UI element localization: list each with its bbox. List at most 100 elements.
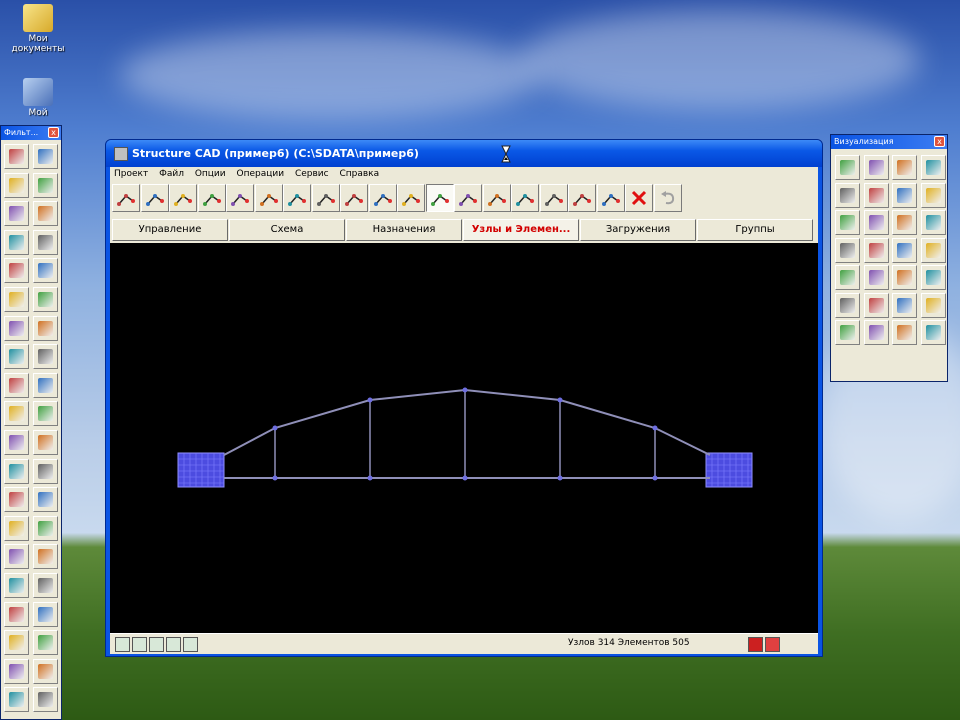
- delete-elements-button[interactable]: [425, 184, 454, 212]
- left-palette-tool-button[interactable]: [33, 372, 58, 398]
- visualization-tool-button[interactable]: [892, 265, 917, 290]
- menu-help[interactable]: Справка: [335, 167, 383, 182]
- left-palette-tool-button[interactable]: [4, 487, 29, 513]
- tab-groups[interactable]: Группы: [697, 219, 813, 241]
- left-palette-tool-button[interactable]: [4, 630, 29, 656]
- visualization-tool-button[interactable]: [835, 182, 860, 208]
- left-palette-tool-button[interactable]: [4, 601, 29, 627]
- status-indicator-icon[interactable]: [765, 637, 780, 652]
- left-palette-tool-button[interactable]: [4, 687, 29, 713]
- left-palette-tool-button[interactable]: [33, 601, 58, 627]
- merge-nodes-button[interactable]: [254, 184, 283, 212]
- palette-titlebar[interactable]: Фильт... x: [1, 126, 61, 140]
- left-palette-tool-button[interactable]: [4, 458, 29, 484]
- close-icon[interactable]: x: [48, 127, 59, 138]
- left-palette-tool-button[interactable]: [4, 258, 29, 284]
- view-mode-button[interactable]: [149, 637, 164, 652]
- view-mode-button[interactable]: [183, 637, 198, 652]
- left-palette-tool-button[interactable]: [4, 172, 29, 198]
- left-palette-tool-button[interactable]: [4, 658, 29, 684]
- left-palette-tool-button[interactable]: [4, 344, 29, 370]
- tab-nodes-elements[interactable]: Узлы и Элемен...: [463, 219, 579, 241]
- visualization-tool-button[interactable]: [835, 155, 860, 180]
- menu-service[interactable]: Сервис: [291, 167, 333, 182]
- view-mode-button[interactable]: [166, 637, 181, 652]
- left-palette-tool-button[interactable]: [33, 315, 58, 341]
- left-palette-tool-button[interactable]: [4, 144, 29, 169]
- visualization-tool-button[interactable]: [835, 320, 860, 345]
- left-palette-tool-button[interactable]: [4, 287, 29, 312]
- left-palette-tool-button[interactable]: [4, 515, 29, 541]
- left-palette-tool-button[interactable]: [4, 315, 29, 341]
- move-nodes-button[interactable]: [140, 184, 169, 212]
- window-titlebar[interactable]: Structure CAD (пример6) (C:\SDATA\пример…: [106, 140, 822, 167]
- left-palette-tool-button[interactable]: [33, 229, 58, 255]
- left-palette-tool-button[interactable]: [33, 630, 58, 656]
- add-rib-button[interactable]: [482, 184, 511, 212]
- connect-nodes-button[interactable]: [340, 184, 368, 212]
- menu-project[interactable]: Проект: [110, 167, 152, 182]
- menu-operations[interactable]: Операции: [233, 167, 289, 182]
- palette-titlebar[interactable]: Визуализация x: [831, 135, 947, 149]
- visualization-tool-button[interactable]: [835, 265, 860, 290]
- visualization-tool-button[interactable]: [920, 265, 946, 290]
- visualization-tool-button[interactable]: [920, 292, 946, 318]
- left-palette-tool-button[interactable]: [33, 258, 58, 284]
- left-palette-tool-button[interactable]: [33, 515, 58, 541]
- visualization-tool-button[interactable]: [920, 237, 946, 263]
- undo-button[interactable]: [653, 184, 682, 212]
- left-palette-tool-button[interactable]: [4, 544, 29, 570]
- menu-options[interactable]: Опции: [191, 167, 230, 182]
- visualization-tool-button[interactable]: [892, 210, 917, 235]
- left-palette-tool-button[interactable]: [33, 687, 58, 713]
- left-palette-tool-button[interactable]: [4, 401, 29, 427]
- visualization-tool-button[interactable]: [835, 237, 860, 263]
- select-active-button[interactable]: [397, 184, 425, 212]
- visualization-tool-button[interactable]: [920, 155, 946, 180]
- tab-scheme[interactable]: Схема: [229, 219, 345, 241]
- left-palette-tool-button[interactable]: [4, 229, 29, 255]
- delete-node-button[interactable]: [197, 184, 226, 212]
- filter-nodes-button[interactable]: [596, 184, 625, 212]
- add-bar-button[interactable]: [283, 184, 311, 212]
- visualization-tool-button[interactable]: [892, 292, 917, 318]
- close-icon[interactable]: x: [934, 136, 945, 147]
- left-palette-tool-button[interactable]: [33, 487, 58, 513]
- divide-bar-button[interactable]: [311, 184, 340, 212]
- visualization-tool-button[interactable]: [892, 155, 917, 180]
- menu-file[interactable]: Файл: [155, 167, 188, 182]
- visualization-tool-button[interactable]: [835, 210, 860, 235]
- view-mode-button[interactable]: [115, 637, 130, 652]
- edit-geometry-button[interactable]: [539, 184, 568, 212]
- tab-assignments[interactable]: Назначения: [346, 219, 462, 241]
- left-palette-tool-button[interactable]: [4, 573, 29, 598]
- visualization-tool-button[interactable]: [863, 210, 889, 235]
- visualization-tool-button[interactable]: [920, 182, 946, 208]
- visualization-tool-button[interactable]: [863, 292, 889, 318]
- status-indicator-icon[interactable]: [748, 637, 763, 652]
- tab-loads[interactable]: Загружения: [580, 219, 696, 241]
- left-palette-tool-button[interactable]: [33, 287, 58, 312]
- mesh-tool-button[interactable]: [511, 184, 539, 212]
- visualization-tool-button[interactable]: [920, 320, 946, 345]
- add-table-button[interactable]: [568, 184, 596, 212]
- left-palette-tool-button[interactable]: [33, 544, 58, 570]
- left-palette-tool-button[interactable]: [33, 430, 58, 455]
- pack-nodes-button[interactable]: [368, 184, 397, 212]
- left-palette-tool-button[interactable]: [4, 430, 29, 455]
- left-palette-tool-button[interactable]: [33, 144, 58, 169]
- visualization-tool-button[interactable]: [835, 292, 860, 318]
- visualization-tool-button[interactable]: [863, 237, 889, 263]
- tab-control[interactable]: Управление: [112, 219, 228, 241]
- visualization-tool-button[interactable]: [863, 265, 889, 290]
- copy-nodes-button[interactable]: [226, 184, 254, 212]
- visualization-tool-button[interactable]: [892, 237, 917, 263]
- view-mode-button[interactable]: [132, 637, 147, 652]
- model-canvas[interactable]: [110, 243, 818, 633]
- visualization-tool-button[interactable]: [863, 320, 889, 345]
- select-nodes-button[interactable]: [112, 184, 140, 212]
- left-palette-tool-button[interactable]: [33, 658, 58, 684]
- left-palette-tool-button[interactable]: [33, 172, 58, 198]
- visualization-tool-button[interactable]: [920, 210, 946, 235]
- delete-selected-button[interactable]: [625, 184, 653, 212]
